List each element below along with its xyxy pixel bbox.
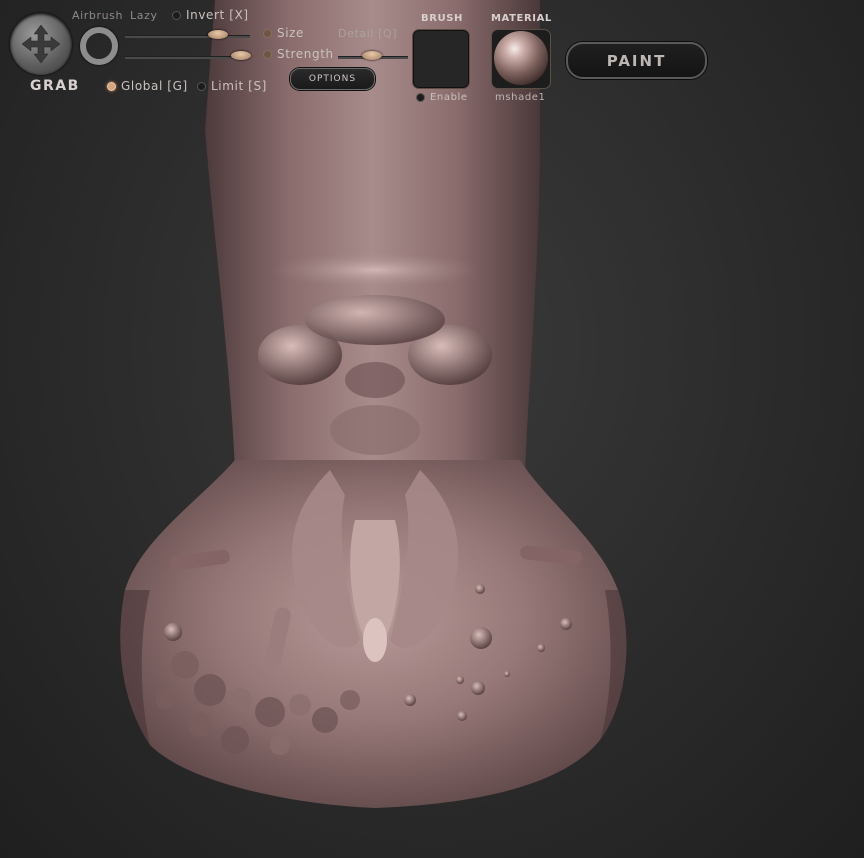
- size-slider-track[interactable]: [125, 35, 250, 38]
- strength-label: Strength: [277, 47, 334, 61]
- strength-control[interactable]: Strength: [263, 47, 334, 61]
- airbrush-label[interactable]: Airbrush: [72, 9, 123, 22]
- brush-preview-slot[interactable]: [412, 29, 470, 89]
- strength-radio[interactable]: [263, 50, 272, 59]
- material-sphere-icon: [494, 31, 548, 85]
- paint-button[interactable]: PAINT: [566, 42, 707, 79]
- detail-label[interactable]: Detail [Q]: [338, 27, 397, 40]
- tool-name-label: GRAB: [30, 78, 80, 94]
- size-label: Size: [277, 26, 305, 40]
- options-button[interactable]: OPTIONS: [290, 68, 375, 90]
- global-toggle[interactable]: Global [G]: [107, 79, 188, 93]
- material-heading: MATERIAL: [491, 13, 552, 24]
- lazy-label[interactable]: Lazy: [130, 9, 158, 22]
- invert-toggle[interactable]: Invert [X]: [172, 8, 249, 22]
- global-radio[interactable]: [107, 82, 116, 91]
- invert-radio[interactable]: [172, 11, 181, 20]
- ring-icon[interactable]: [80, 27, 118, 65]
- enable-label: Enable: [430, 92, 468, 103]
- limit-label: Limit [S]: [211, 79, 267, 93]
- brush-enable-toggle[interactable]: Enable: [416, 92, 468, 103]
- limit-radio[interactable]: [197, 82, 206, 91]
- sculpt-viewport[interactable]: GRAB Airbrush Lazy Invert [X] Size Detai…: [0, 0, 864, 858]
- size-slider-knob[interactable]: [208, 30, 228, 39]
- brush-heading: BRUSH: [421, 13, 464, 24]
- detail-slider-knob[interactable]: [362, 51, 382, 60]
- size-radio[interactable]: [263, 29, 272, 38]
- global-label: Global [G]: [121, 79, 188, 93]
- strength-slider-knob[interactable]: [231, 51, 251, 60]
- sculpt-model[interactable]: [0, 0, 864, 858]
- move-arrows-icon[interactable]: [10, 13, 72, 75]
- invert-label: Invert [X]: [186, 8, 249, 22]
- material-preview-slot[interactable]: [491, 29, 551, 89]
- material-name: mshade1: [495, 92, 546, 103]
- limit-toggle[interactable]: Limit [S]: [197, 79, 267, 93]
- enable-radio[interactable]: [416, 92, 425, 102]
- size-control[interactable]: Size: [263, 26, 304, 40]
